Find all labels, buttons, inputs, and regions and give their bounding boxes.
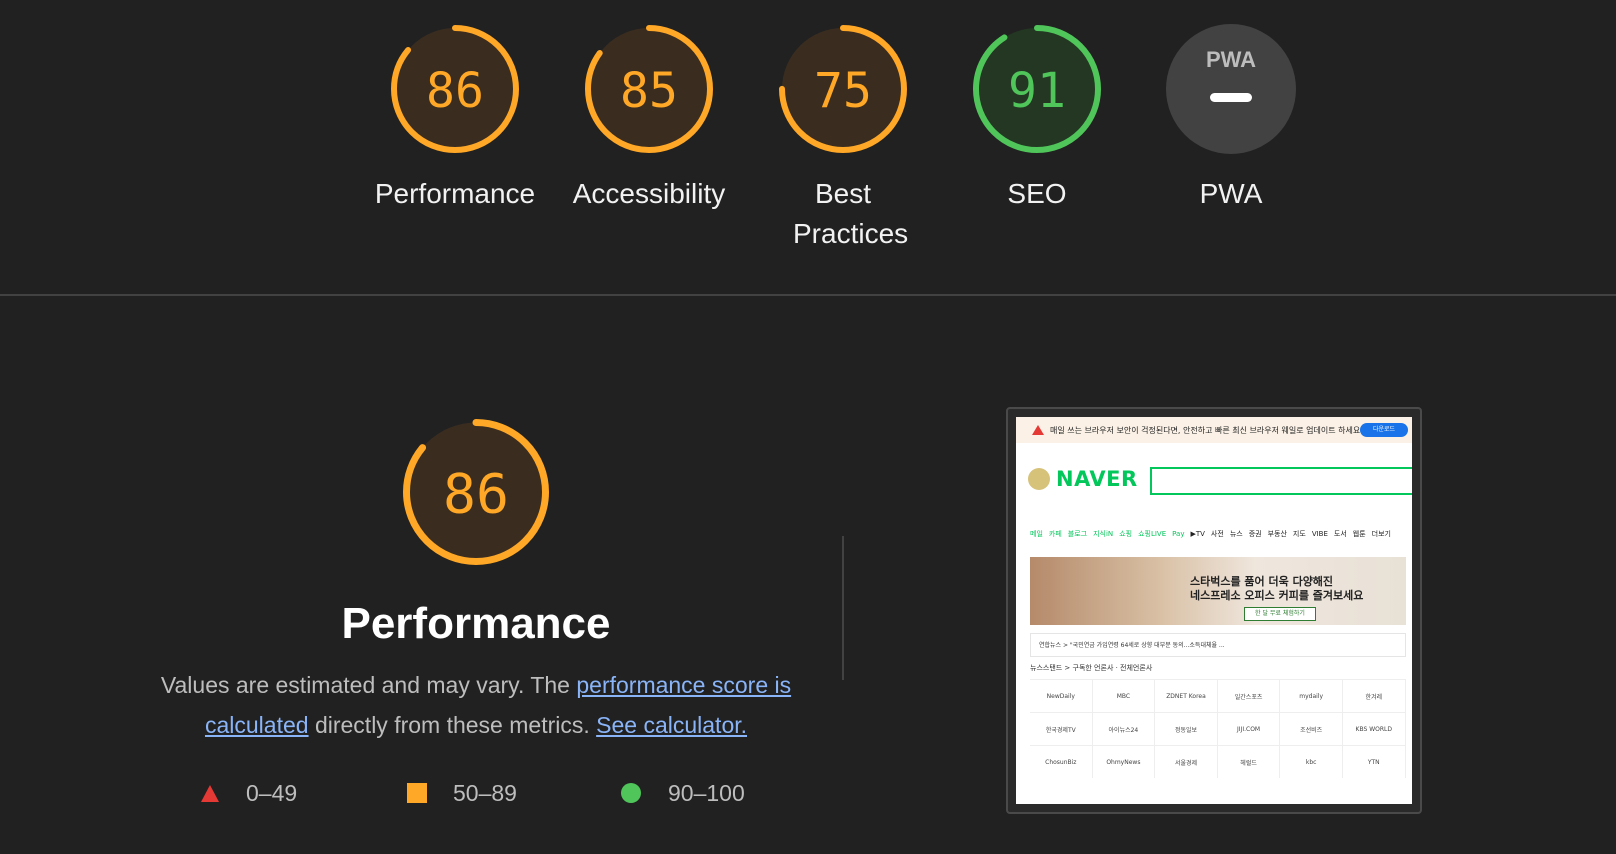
- menu-item: 지도: [1292, 530, 1306, 538]
- gauge-score: 86: [443, 462, 509, 526]
- download-button: 다운로드: [1360, 423, 1408, 437]
- gauge-ring: PWA: [1166, 24, 1296, 154]
- outlet-logo: JIJI.COM: [1218, 713, 1281, 745]
- menu-item: 뉴스: [1229, 530, 1243, 538]
- menu-item: 블로그: [1067, 530, 1088, 538]
- gauge-ring: 91: [973, 25, 1101, 153]
- section-divider: [0, 294, 1616, 296]
- gauge-ring: 75: [779, 25, 907, 153]
- gauge-pwa[interactable]: PWA PWA: [1141, 24, 1321, 214]
- performance-description: Values are estimated and may vary. The p…: [160, 672, 792, 738]
- naver-logo: NAVER: [1028, 467, 1138, 491]
- menu-item: 지식iN: [1093, 530, 1114, 538]
- outlet-logo: NewDaily: [1030, 680, 1093, 712]
- menu-item: Pay: [1172, 530, 1185, 538]
- menu-item: 더보기: [1371, 530, 1391, 538]
- outlet-logo: 아이뉴스24: [1093, 713, 1156, 745]
- pwa-badge-text: PWA: [1206, 47, 1256, 72]
- outlet-row: 한국경제TV 아이뉴스24 정동일보 JIJI.COM 조선비즈 KBS WORLD: [1030, 712, 1406, 745]
- outlet-logo: mydaily: [1280, 680, 1343, 712]
- triangle-icon: [201, 785, 219, 802]
- gauge-best-practices[interactable]: 75 Best Practices: [753, 24, 933, 254]
- menu-item: VIBE: [1311, 530, 1328, 538]
- gauge-label: PWA: [1199, 178, 1263, 209]
- outlet-logo: KBS WORLD: [1343, 713, 1406, 745]
- outlet-row: ChosunBiz OhmyNews 서울경제 헤럴드 kbc YTN: [1030, 745, 1406, 778]
- outlet-logo: 한겨레: [1343, 680, 1406, 712]
- naver-search-box: [1150, 467, 1412, 495]
- legend-fail: 0–49: [200, 776, 297, 810]
- outlet-logo: 한국경제TV: [1030, 713, 1093, 745]
- see-calculator-link[interactable]: See calculator.: [596, 712, 747, 738]
- naver-menu: 메일 카페 블로그 지식iN 쇼핑 쇼핑LIVE Pay ▶TV 사전 뉴스 증권 부동산 지도 VIBE…: [1030, 529, 1397, 539]
- performance-summary: 86 Performance Values are estimated and …: [140, 418, 812, 745]
- outlet-logo: ChosunBiz: [1030, 746, 1093, 778]
- news-ticker: 연합뉴스 > "국민연금 가입연령 64세로 상향 대부분 동의...소득대체율…: [1030, 633, 1406, 657]
- legend-pass: 90–100: [620, 776, 745, 810]
- category-gauges: 86 Performance 85 Accessibility 75 Best Pract…: [0, 24, 1616, 264]
- menu-item: 웹툰: [1352, 530, 1366, 538]
- vertical-divider: [842, 536, 844, 680]
- gauge-seo[interactable]: 91 SEO: [947, 24, 1127, 214]
- warning-icon: [1032, 425, 1044, 435]
- outlet-logo: 서울경제: [1155, 746, 1218, 778]
- gauge-performance[interactable]: 86 Performance: [365, 24, 545, 214]
- legend-average: 50–89: [407, 776, 517, 810]
- news-stand-header: 뉴스스탠드 > 구독한 언론사 · 전체언론사: [1030, 664, 1153, 672]
- outlet-logo: 조선비즈: [1280, 713, 1343, 745]
- menu-item: 부동산: [1267, 530, 1287, 538]
- gauge-score: 86: [426, 63, 484, 119]
- circle-icon: [621, 783, 641, 803]
- screenshot-page: 매일 쓰는 브라우저 보안이 걱정된다면, 안전하고 빠른 최신 브라우저 웨일…: [1016, 417, 1412, 804]
- outlet-logo: 정동일보: [1155, 713, 1218, 745]
- logo-icon: [1028, 468, 1050, 490]
- performance-gauge[interactable]: 86: [402, 418, 550, 566]
- ad-banner: 스타벅스를 품어 더욱 다양해진 네스프레소 오피스 커피를 즐겨보세요 한 달…: [1030, 557, 1406, 625]
- menu-item: 쇼핑: [1119, 530, 1133, 538]
- menu-item: 카페: [1048, 530, 1062, 538]
- menu-item: ▶TV: [1190, 530, 1205, 538]
- outlet-logo: YTN: [1343, 746, 1406, 778]
- gauge-accessibility[interactable]: 85 Accessibility: [559, 24, 739, 214]
- gauge-label: Best Practices: [793, 178, 909, 249]
- browser-warning-bar: 매일 쓰는 브라우저 보안이 걱정된다면, 안전하고 빠른 최신 브라우저 웨일…: [1016, 417, 1412, 443]
- performance-title: Performance: [341, 599, 611, 648]
- gauge-score: 85: [620, 63, 678, 119]
- menu-item: 사전: [1210, 530, 1224, 538]
- gauge-label: Accessibility: [572, 178, 726, 209]
- menu-item: 도서: [1333, 530, 1347, 538]
- gauge-score: 75: [814, 63, 872, 119]
- dash-icon: [1210, 93, 1252, 102]
- gauge-ring: 86: [391, 25, 519, 153]
- gauge-score: 91: [1008, 63, 1066, 119]
- outlet-logo: MBC: [1093, 680, 1156, 712]
- gauge-label: Performance: [374, 178, 536, 209]
- outlet-row: NewDaily MBC ZDNET Korea 일간스포츠 mydaily 한겨레: [1030, 679, 1406, 712]
- news-outlet-grid: NewDaily MBC ZDNET Korea 일간스포츠 mydaily 한겨레 한국경…: [1030, 679, 1406, 778]
- final-screenshot[interactable]: 매일 쓰는 브라우저 보안이 걱정된다면, 안전하고 빠른 최신 브라우저 웨일…: [1006, 407, 1422, 814]
- outlet-logo: kbc: [1280, 746, 1343, 778]
- score-legend: 0–49 50–89 90–100: [200, 776, 760, 810]
- outlet-logo: 헤럴드: [1218, 746, 1281, 778]
- menu-item: 메일: [1030, 530, 1043, 538]
- square-icon: [407, 783, 427, 803]
- menu-item: 증권: [1248, 530, 1262, 538]
- gauge-ring: 85: [585, 25, 713, 153]
- outlet-logo: OhmyNews: [1093, 746, 1156, 778]
- gauge-label: SEO: [1007, 178, 1067, 209]
- menu-item: 쇼핑LIVE: [1138, 530, 1167, 538]
- outlet-logo: ZDNET Korea: [1155, 680, 1218, 712]
- outlet-logo: 일간스포츠: [1218, 680, 1281, 712]
